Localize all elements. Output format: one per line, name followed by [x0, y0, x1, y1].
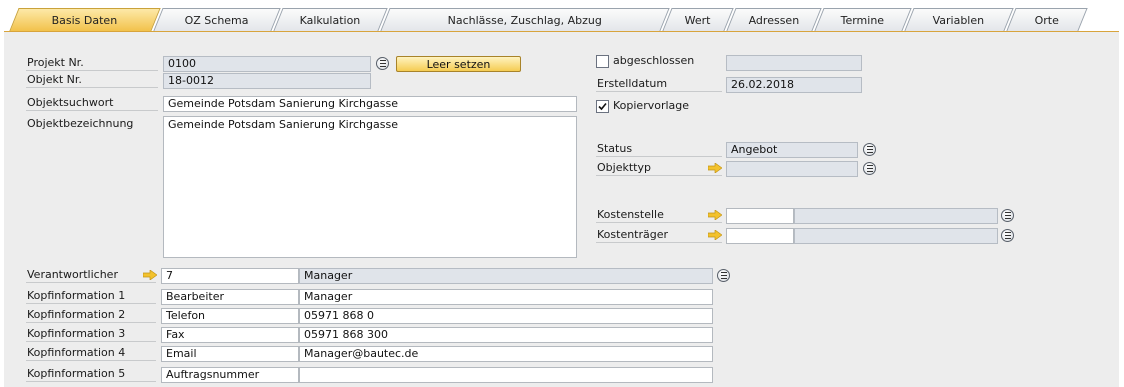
tab-variablen[interactable]: Variablen [904, 8, 1014, 31]
kostenstelle-list-icon[interactable] [1001, 209, 1014, 222]
kostentraeger-name-field [794, 228, 998, 244]
tab-kalkulation[interactable]: Kalkulation [273, 8, 388, 31]
objekttyp-field[interactable] [726, 161, 858, 177]
tab-label: Wert [684, 13, 711, 27]
kostenstelle-label: Kostenstelle [596, 207, 722, 223]
kopfinfo-3-label: Kopfinformation 3 [26, 326, 156, 342]
kostentraeger-list-icon[interactable] [1001, 229, 1014, 242]
objektsuchwort-field[interactable]: Gemeinde Potsdam Sanierung Kirchgasse [163, 96, 577, 112]
erstelldatum-label: Erstelldatum [596, 76, 722, 92]
tab-wert[interactable]: Wert [662, 8, 734, 31]
objekttyp-list-icon[interactable] [863, 162, 876, 175]
objektbezeichnung-label: Objektbezeichnung [27, 117, 134, 130]
tab-label: Basis Daten [52, 13, 118, 27]
tab-label: Variablen [933, 13, 985, 27]
kopfinfo-1-label: Kopfinformation 1 [26, 288, 156, 304]
tab-orte[interactable]: Orte [1006, 8, 1088, 31]
kostentraeger-label: Kostenträger [596, 227, 722, 243]
kostenstelle-name-field [794, 208, 998, 224]
verantwortlicher-label: Verantwortlicher [26, 267, 156, 283]
abgeschlossen-field [726, 55, 862, 71]
kopfinfo-4-label: Kopfinformation 4 [26, 345, 156, 361]
tab-label: Termine [841, 13, 885, 27]
objekttyp-label: Objekttyp [596, 160, 722, 176]
tab-basis-daten[interactable]: Basis Daten [9, 8, 161, 31]
verantwortlicher-arrow-icon[interactable] [143, 270, 157, 280]
kopfinfo-2-value-field[interactable]: 05971 868 0 [299, 308, 713, 324]
kopfinfo-4-key-field[interactable]: Email [161, 346, 299, 362]
kopfinfo-5-value-field[interactable] [299, 367, 713, 383]
status-label: Status [596, 141, 722, 157]
kopfinfo-1-value-field[interactable]: Manager [299, 289, 713, 305]
tab-label: OZ Schema [184, 13, 249, 27]
objekt-nr-label: Objekt Nr. [26, 72, 158, 88]
kostentraeger-arrow-icon[interactable] [708, 230, 722, 240]
kostenstelle-arrow-icon[interactable] [708, 210, 722, 220]
objekt-nr-field[interactable]: 18-0012 [163, 73, 371, 89]
kostentraeger-code-field[interactable] [726, 228, 794, 244]
erstelldatum-field: 26.02.2018 [726, 77, 862, 93]
kopfinfo-1-key-field[interactable]: Bearbeiter [161, 289, 299, 305]
abgeschlossen-checkbox[interactable] [596, 55, 609, 68]
tab-label: Adressen [748, 13, 800, 27]
tab-nachlaesse[interactable]: Nachlässe, Zuschlag, Abzug [380, 8, 670, 31]
abgeschlossen-label: abgeschlossen [613, 54, 695, 67]
verantwortlicher-code-field[interactable]: 7 [161, 268, 299, 284]
projekt-nr-list-icon[interactable] [376, 57, 389, 70]
kopfinfo-4-value-field[interactable]: Manager@bautec.de [299, 346, 713, 362]
basis-daten-panel: Projekt Nr. 0100 Leer setzen Objekt Nr. … [4, 31, 1119, 387]
verantwortlicher-list-icon[interactable] [717, 269, 730, 282]
kopfinfo-2-key-field[interactable]: Telefon [161, 308, 299, 324]
objektbezeichnung-field[interactable]: Gemeinde Potsdam Sanierung Kirchgasse [163, 116, 577, 258]
objektsuchwort-label: Objektsuchwort [26, 95, 158, 111]
tab-label: Orte [1034, 13, 1059, 27]
tab-adressen[interactable]: Adressen [726, 8, 822, 31]
tab-label: Nachlässe, Zuschlag, Abzug [447, 13, 602, 27]
checkmark-icon [598, 102, 607, 111]
tab-bar: Basis Daten OZ Schema Kalkulation Nachlä… [0, 0, 1124, 31]
kopfinfo-3-key-field[interactable]: Fax [161, 327, 299, 343]
leer-setzen-button[interactable]: Leer setzen [396, 56, 521, 72]
kopiervorlage-checkbox[interactable] [596, 100, 609, 113]
objekttyp-arrow-icon[interactable] [708, 163, 722, 173]
kopfinfo-5-label: Kopfinformation 5 [26, 366, 156, 382]
kopfinfo-3-value-field[interactable]: 05971 868 300 [299, 327, 713, 343]
status-field[interactable]: Angebot [726, 142, 858, 158]
tab-label: Kalkulation [299, 13, 361, 27]
kostenstelle-code-field[interactable] [726, 208, 794, 224]
verantwortlicher-name-field: Manager [299, 268, 713, 284]
projekt-nr-label: Projekt Nr. [26, 55, 158, 71]
projekt-nr-field[interactable]: 0100 [163, 56, 371, 72]
tab-termine[interactable]: Termine [814, 8, 912, 31]
tab-oz-schema[interactable]: OZ Schema [153, 8, 281, 31]
kopfinfo-5-key-field[interactable]: Auftragsnummer [161, 367, 299, 383]
status-list-icon[interactable] [863, 143, 876, 156]
kopiervorlage-label: Kopiervorlage [613, 99, 690, 112]
kopfinfo-2-label: Kopfinformation 2 [26, 307, 156, 323]
